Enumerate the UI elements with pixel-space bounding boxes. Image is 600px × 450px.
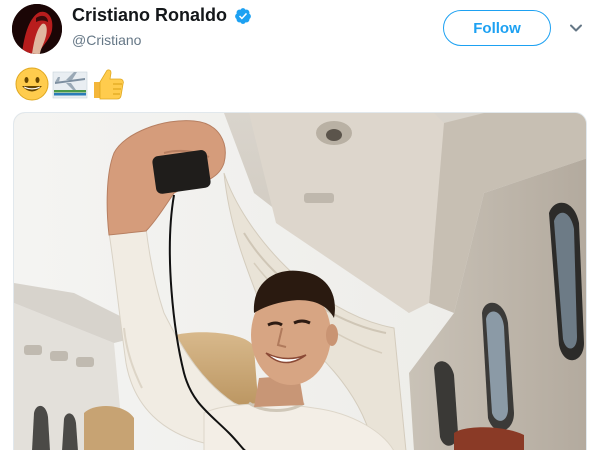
- airplane-emoji: [52, 71, 88, 99]
- display-name[interactable]: Cristiano Ronaldo: [72, 5, 227, 26]
- user-handle[interactable]: @Cristiano: [72, 32, 252, 48]
- thumbs-up-emoji: [94, 69, 124, 100]
- verified-badge-icon: [235, 7, 252, 24]
- avatar[interactable]: [12, 4, 62, 54]
- follow-button[interactable]: Follow: [443, 10, 551, 46]
- tweet-photo[interactable]: [13, 112, 587, 450]
- tweet-card: Cristiano Ronaldo @Cristiano Follow: [0, 0, 600, 450]
- chevron-down-icon[interactable]: [568, 20, 584, 36]
- tweet-text: [14, 64, 128, 104]
- grinning-face-emoji: [15, 67, 49, 101]
- user-identity[interactable]: Cristiano Ronaldo @Cristiano: [72, 5, 252, 48]
